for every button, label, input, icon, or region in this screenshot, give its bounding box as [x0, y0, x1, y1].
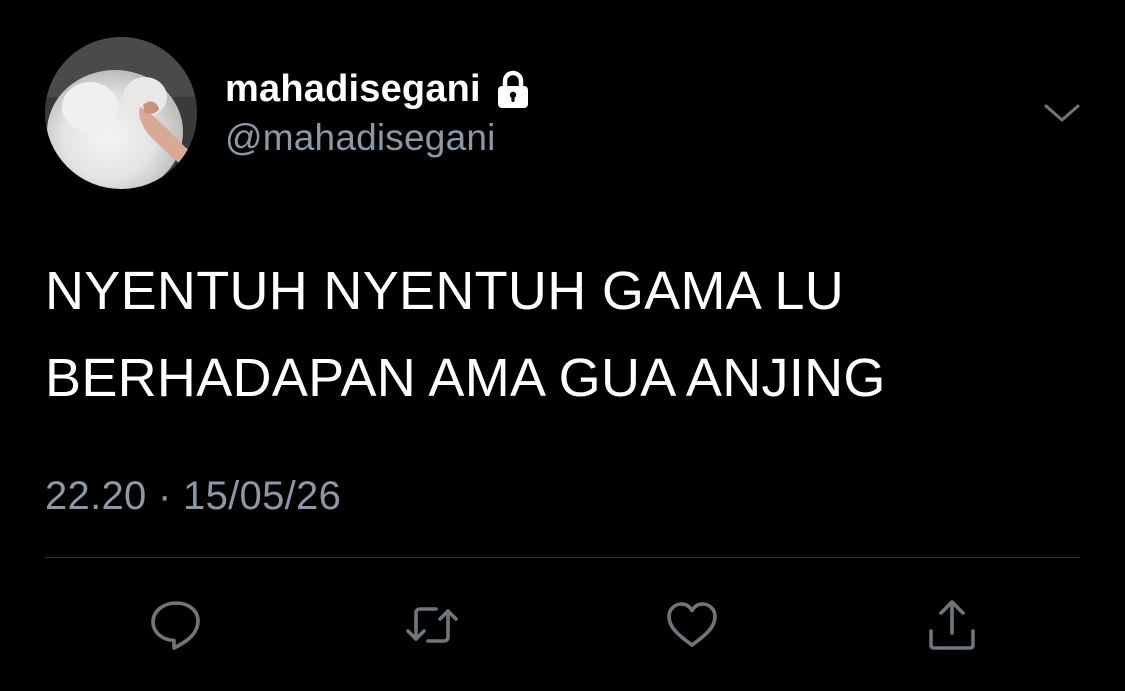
tweet-text-line: BERHADAPAN AMA GUA ANJING	[45, 348, 886, 408]
tweet-text-line: NYENTUH NYENTUH GAMA LU	[45, 261, 844, 321]
display-name[interactable]: mahadisegani	[225, 68, 481, 111]
reply-button[interactable]	[146, 595, 206, 655]
chevron-down-icon[interactable]	[1040, 96, 1084, 132]
display-name-row: mahadisegani	[225, 64, 531, 114]
tweet-text: NYENTUH NYENTUH GAMA LU BERHADAPAN AMA G…	[45, 248, 1085, 422]
avatar[interactable]	[45, 37, 197, 189]
tweet-timestamp[interactable]: 22.20 · 15/05/26	[45, 474, 341, 519]
speech-bubble-icon	[151, 601, 200, 650]
tweet-container: mahadisegani @mahadisegani NYENTUH NYENT…	[0, 0, 1125, 691]
action-bar	[0, 595, 1125, 655]
divider	[45, 557, 1080, 558]
avatar-photo	[45, 37, 197, 189]
like-button[interactable]	[662, 595, 722, 655]
share-button[interactable]	[922, 595, 982, 655]
retweet-arrows-icon	[406, 607, 458, 643]
share-icon	[929, 600, 975, 650]
heart-icon	[667, 602, 717, 647]
retweet-button[interactable]	[402, 595, 462, 655]
user-handle[interactable]: @mahadisegani	[225, 117, 496, 159]
lock-icon	[495, 70, 531, 110]
